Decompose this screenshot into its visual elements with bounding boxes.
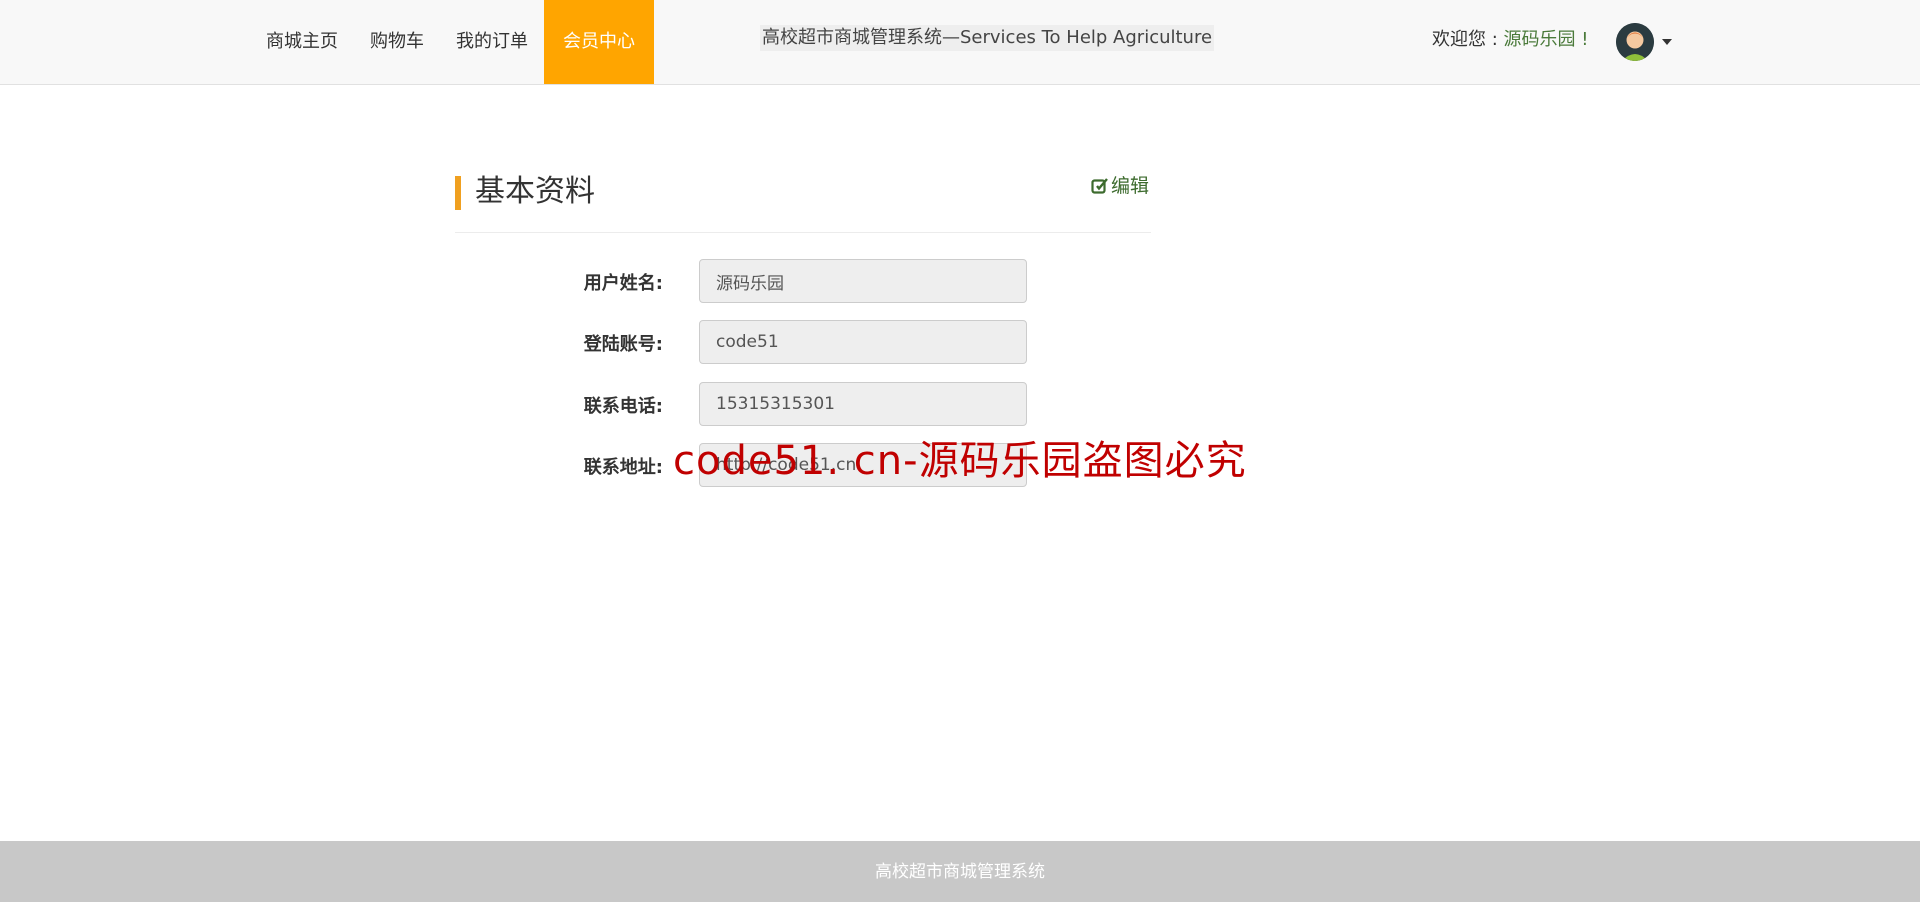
address-field[interactable] — [699, 443, 1027, 487]
user-avatar-icon — [1616, 23, 1654, 61]
welcome-suffix: ! — [1575, 29, 1589, 50]
form-row-username: 用户姓名: — [455, 259, 1151, 303]
account-label: 登陆账号: — [583, 334, 663, 355]
footer: 高校超市商城管理系统 — [0, 841, 1920, 902]
user-menu-toggle[interactable] — [1616, 22, 1672, 62]
chevron-down-icon — [1662, 39, 1672, 45]
welcome-prefix: 欢迎您 : — [1432, 29, 1504, 50]
system-title: 高校超市商城管理系统—Services To Help Agriculture — [760, 25, 1215, 51]
edit-label: 编辑 — [1110, 175, 1149, 197]
main-nav: 商城主页 购物车 我的订单 会员中心 — [250, 0, 654, 84]
address-label: 联系地址: — [583, 457, 663, 478]
phone-field[interactable] — [699, 382, 1027, 426]
profile-panel: 基本资料 编辑 用户姓名: 登陆账号: 联系电话: 联系地址: — [455, 160, 1151, 487]
nav-item-orders[interactable]: 我的订单 — [440, 0, 544, 84]
nav-item-home[interactable]: 商城主页 — [250, 0, 354, 84]
top-navbar: 商城主页 购物车 我的订单 会员中心 高校超市商城管理系统—Services T… — [0, 0, 1920, 85]
edit-profile-button[interactable]: 编辑 — [1091, 174, 1149, 198]
form-row-account: 登陆账号: — [455, 320, 1151, 364]
nav-item-member-center[interactable]: 会员中心 — [544, 0, 654, 84]
footer-text: 高校超市商城管理系统 — [875, 862, 1045, 882]
panel-title: 基本资料 — [475, 174, 595, 209]
title-accent-bar — [455, 176, 461, 210]
welcome-username: 源码乐园 — [1503, 29, 1576, 50]
account-field[interactable] — [699, 320, 1027, 364]
form-row-phone: 联系电话: — [455, 382, 1151, 426]
panel-header: 基本资料 编辑 — [455, 160, 1151, 233]
nav-item-cart[interactable]: 购物车 — [354, 0, 440, 84]
form-row-address: 联系地址: — [455, 443, 1151, 487]
phone-label: 联系电话: — [583, 396, 663, 417]
edit-icon — [1091, 178, 1108, 194]
welcome-message: 欢迎您 : 源码乐园 ! — [1432, 27, 1588, 53]
username-field[interactable] — [699, 259, 1027, 303]
username-label: 用户姓名: — [583, 273, 663, 294]
